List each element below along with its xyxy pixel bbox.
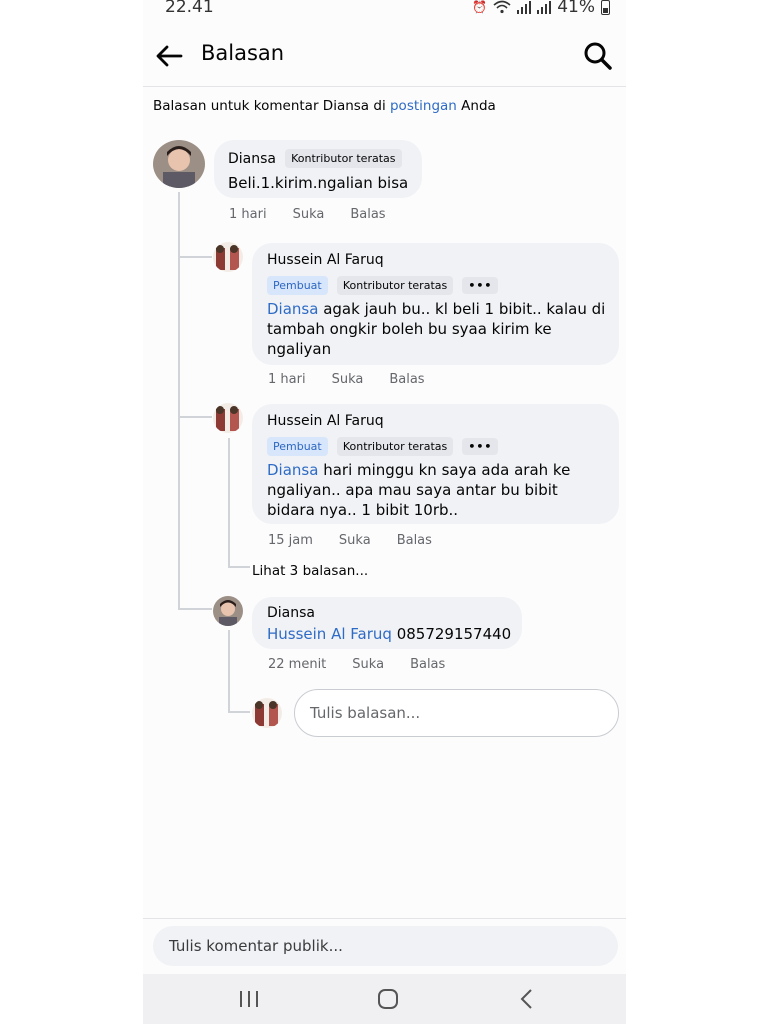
battery-percent: 41% [557,0,595,17]
comment-bubble[interactable]: Diansa Hussein Al Faruq 085729157440 [252,597,522,649]
thread-connector [178,416,212,418]
reply-placeholder: Tulis balasan... [310,704,421,722]
comment-bubble[interactable]: Hussein Al Faruq Pembuat Kontributor ter… [252,243,619,365]
mention-link[interactable]: Diansa [267,300,318,318]
comment-actions: 1 hari Suka Balas [229,207,386,222]
status-time: 22.41 [165,0,214,17]
status-bar: 22.41 ⏰ 41% [143,0,626,22]
avatar[interactable] [213,596,243,626]
my-avatar [252,698,282,728]
comment-author[interactable]: Hussein Al Faruq [267,413,384,429]
home-icon[interactable] [376,988,400,1010]
alarm-icon: ⏰ [472,0,488,14]
thread-line [228,438,230,566]
public-comment-input[interactable]: Tulis komentar publik... [153,926,618,966]
thread-connector [178,256,212,258]
signal-icon-2 [537,0,552,14]
author-badge: Pembuat [267,276,328,295]
divider [143,918,626,919]
search-icon[interactable] [582,40,614,72]
comment-bubble[interactable]: Hussein Al Faruq Pembuat Kontributor ter… [252,404,619,524]
wifi-icon [493,0,511,14]
comment-time: 1 hari [229,207,267,222]
comment-author[interactable]: Diansa [228,151,276,167]
page-title: Balasan [201,41,285,65]
comment-actions: 22 menit Suka Balas [268,657,445,672]
recent-apps-icon[interactable] [237,988,261,1010]
thread-connector [228,711,250,713]
avatar[interactable] [153,140,205,188]
reply-input[interactable]: Tulis balasan... [294,689,619,737]
app-header: Balasan [143,30,626,87]
mention-link[interactable]: Diansa [267,461,318,479]
thread-line [228,630,230,712]
comment-time: 1 hari [268,372,306,387]
comment-time: 15 jam [268,533,313,548]
avatar[interactable] [213,242,243,272]
reply-button[interactable]: Balas [389,372,424,387]
top-contributor-badge: Kontributor teratas [285,149,402,168]
comment-text: Diansa hari minggu kn saya ada arah ke n… [267,461,571,519]
reply-button[interactable]: Balas [410,657,445,672]
post-link[interactable]: postingan [390,98,457,114]
mention-link[interactable]: Hussein Al Faruq [267,625,392,643]
status-icons: ⏰ 41% [472,0,610,17]
comment-bubble[interactable]: Diansa Kontributor teratas Beli.1.kirim.… [214,140,422,198]
comment-time: 22 menit [268,657,327,672]
back-nav-icon[interactable] [515,988,539,1010]
top-contributor-badge: Kontributor teratas [336,437,454,456]
like-button[interactable]: Suka [339,533,371,548]
comment-author[interactable]: Diansa [267,605,315,621]
comment-text: Hussein Al Faruq 085729157440 [267,625,512,643]
thread-connector [178,608,212,610]
thread-connector [228,566,250,568]
comment-author[interactable]: Hussein Al Faruq [267,252,384,268]
top-contributor-badge: Kontributor teratas [336,276,454,295]
battery-icon [601,0,610,15]
reply-button[interactable]: Balas [350,207,385,222]
avatar[interactable] [213,403,243,433]
like-button[interactable]: Suka [352,657,384,672]
arrow-left-icon[interactable] [153,40,185,72]
more-dots-icon[interactable]: ••• [462,277,499,294]
more-dots-icon[interactable]: ••• [462,438,499,455]
signal-icon [517,0,532,14]
comment-text: Diansa agak jauh bu.. kl beli 1 bibit.. … [267,300,606,358]
phone-screen: 22.41 ⏰ 41% Balasan Balasan untuk koment… [143,0,626,1024]
like-button[interactable]: Suka [332,372,364,387]
author-badge: Pembuat [267,437,328,456]
like-button[interactable]: Suka [293,207,325,222]
comment-actions: 1 hari Suka Balas [268,372,425,387]
thread-line [178,192,180,610]
comment-text: Beli.1.kirim.ngalian bisa [228,174,409,192]
reply-button[interactable]: Balas [397,533,432,548]
comment-actions: 15 jam Suka Balas [268,533,432,548]
reply-context: Balasan untuk komentar Diansa di posting… [153,98,496,114]
view-more-replies-link[interactable]: Lihat 3 balasan... [252,563,368,579]
system-nav-bar [143,974,626,1024]
